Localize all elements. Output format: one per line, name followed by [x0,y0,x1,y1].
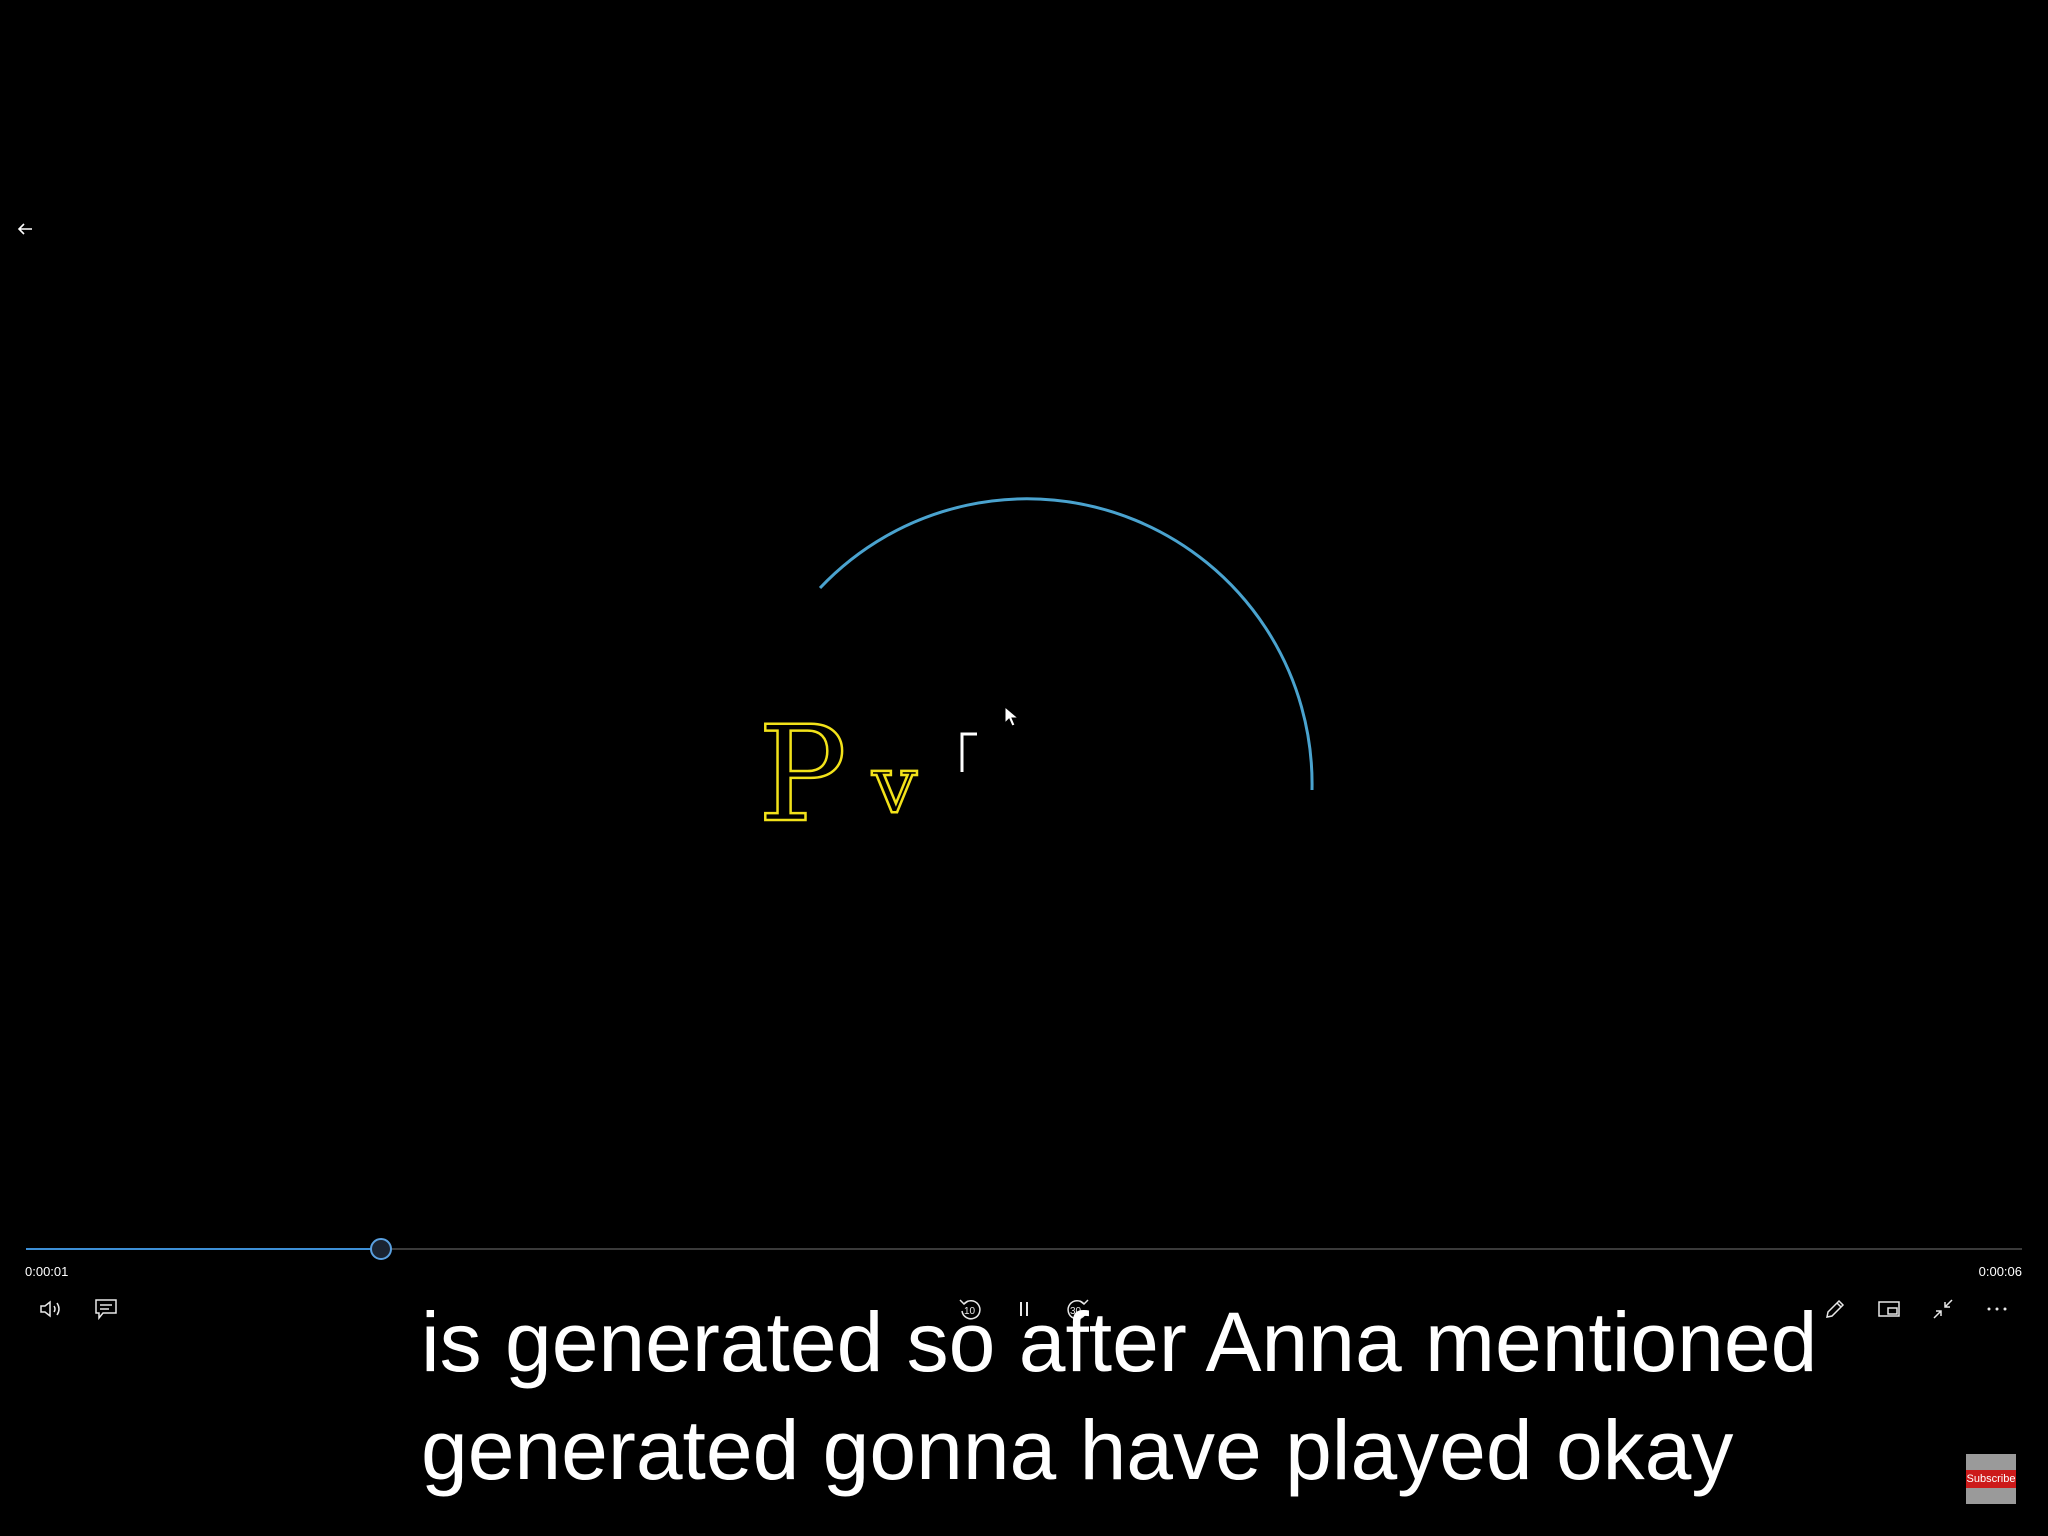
mouse-cursor-icon [1004,705,1020,733]
caption-line-1: is generated so after Anna mentioned [421,1295,1818,1389]
total-time: 0:00:06 [1978,1264,2022,1279]
caption-line-2: generated gonna have played okay [421,1403,1734,1497]
more-button[interactable] [1984,1296,2010,1322]
symbol-p: P [758,698,847,852]
back-button[interactable] [14,218,36,240]
more-icon [1987,1307,2007,1311]
subtitles-button[interactable] [92,1296,120,1322]
subscribe-label: Subscribe [1966,1470,2016,1488]
symbol-v: v [871,738,917,831]
partial-glyph [960,732,977,772]
video-frame-drawing: P v [757,497,1314,853]
subtitles-icon [95,1299,117,1320]
seek-bar-fill [26,1248,382,1250]
volume-icon [40,1300,60,1318]
video-player: P v 0:00:01 0:00:06 10 30 is generated s… [0,0,2048,1536]
current-time: 0:00:01 [25,1264,69,1279]
seek-bar-thumb[interactable] [370,1238,393,1260]
subscribe-watermark[interactable]: Subscribe [1966,1454,2016,1504]
seek-bar[interactable] [26,1238,2022,1260]
captions: is generated so after Anna mentioned gen… [421,1288,1981,1504]
arrow-left-icon [17,223,32,235]
video-frame[interactable]: P v [0,0,2048,1240]
volume-button[interactable] [38,1296,66,1322]
